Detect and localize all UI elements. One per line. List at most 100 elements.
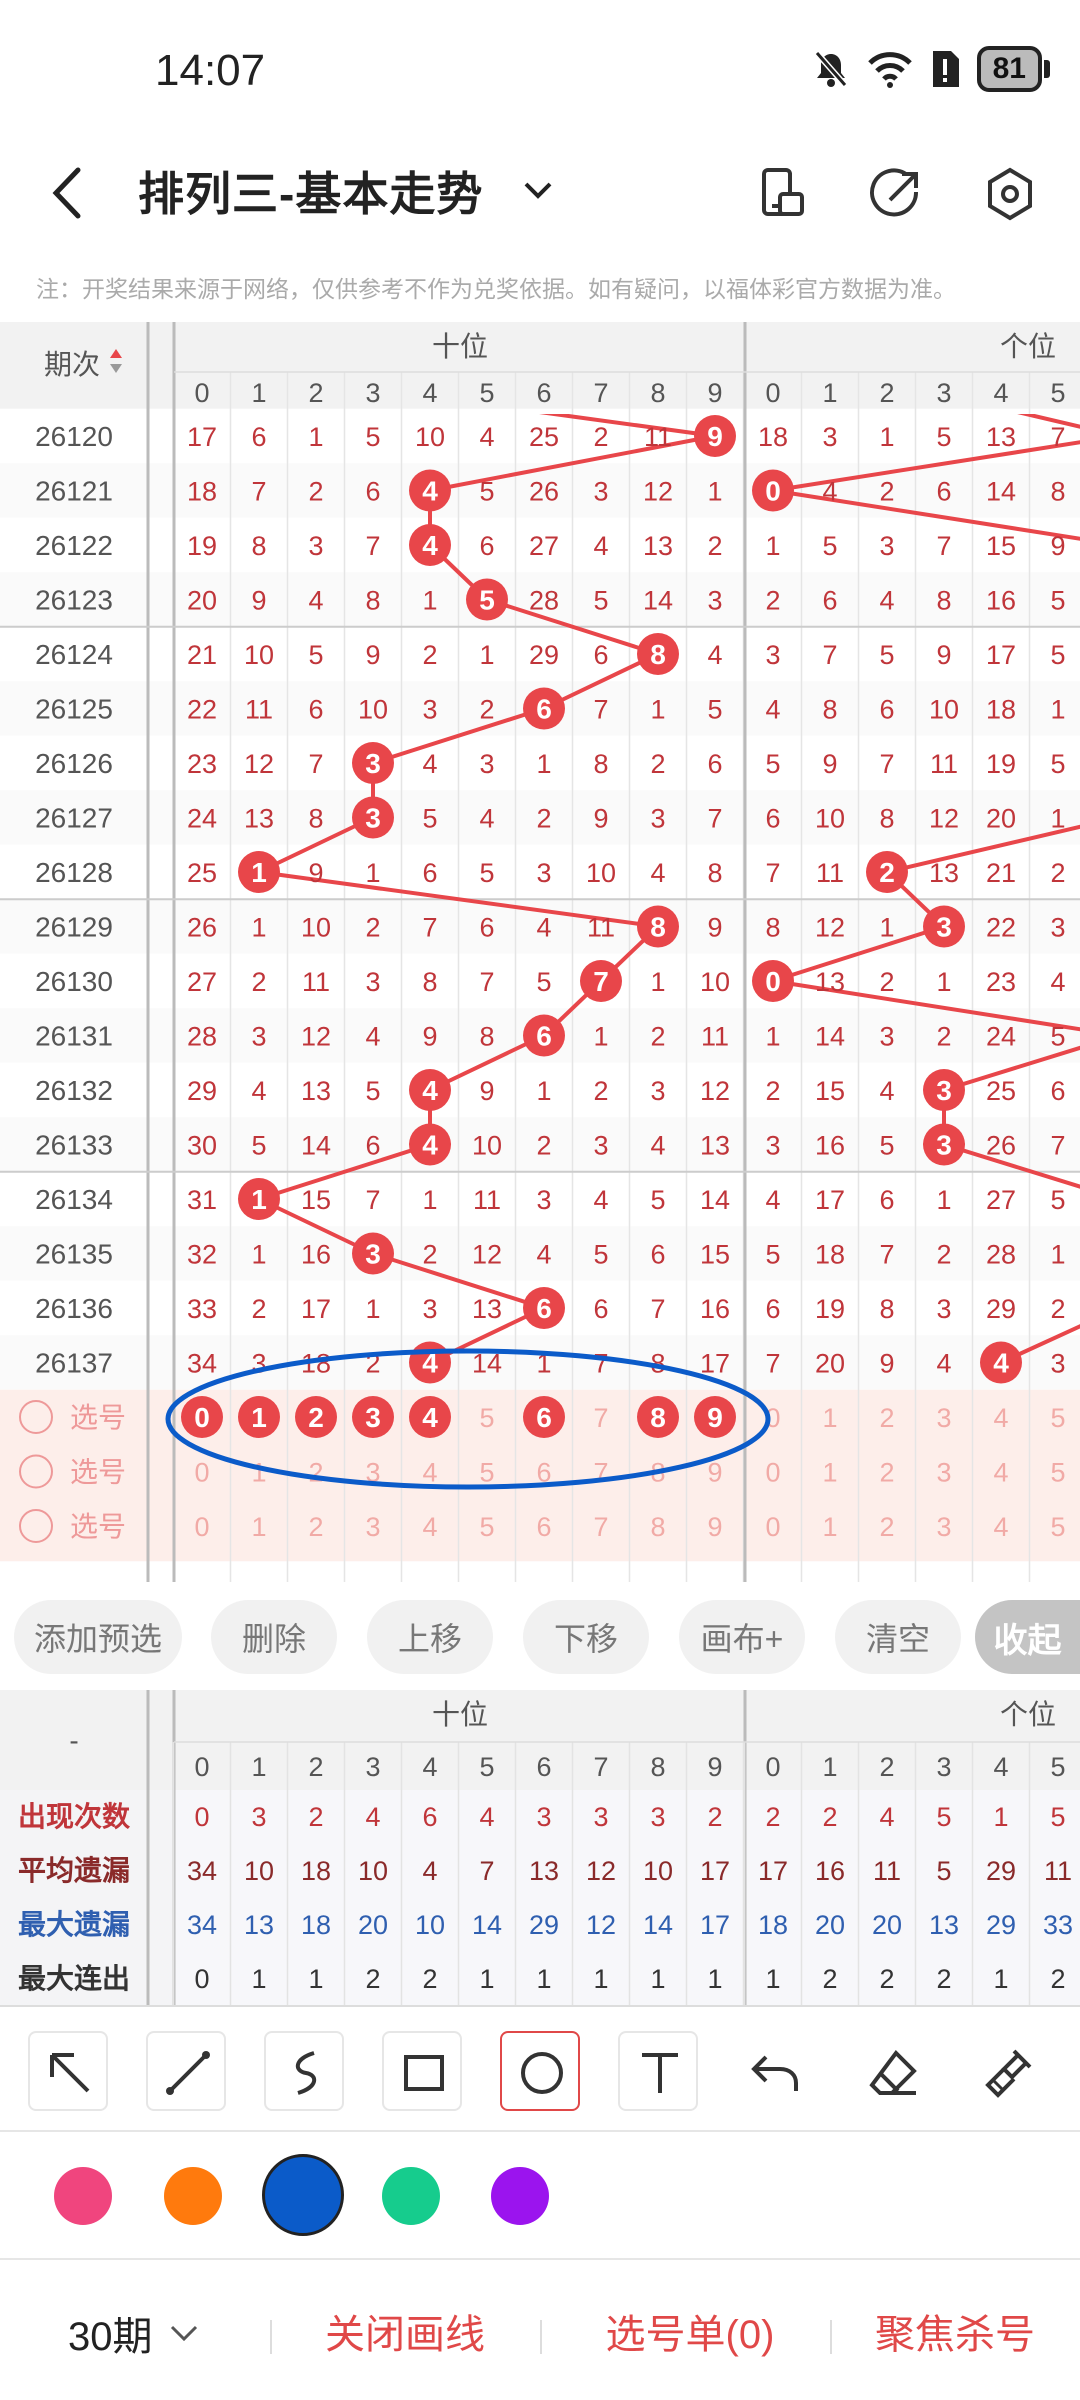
share-icon[interactable]	[866, 160, 926, 230]
canvas-plus-button[interactable]: 画布+	[679, 1600, 805, 1674]
cell-value: 5	[479, 858, 494, 888]
pick-list-button[interactable]: 选号单(0)	[570, 2302, 810, 2360]
add-preselect-button[interactable]: 添加预选	[14, 1600, 182, 1674]
pick-digit[interactable]: 3	[365, 1402, 381, 1433]
pick-row-label[interactable]: 选号	[70, 1457, 126, 1488]
move-down-button[interactable]: 下移	[523, 1600, 649, 1674]
orange-swatch[interactable]	[164, 2167, 222, 2225]
pick-digit[interactable]: 1	[251, 1458, 266, 1488]
settings-hexagon-icon[interactable]	[980, 160, 1040, 230]
pick-digit[interactable]: 2	[308, 1458, 323, 1488]
back-arrow-icon[interactable]	[40, 158, 100, 228]
pick-digit[interactable]: 4	[993, 1512, 1008, 1542]
pick-digit[interactable]: 0	[194, 1458, 209, 1488]
pick-digit[interactable]: 1	[822, 1458, 837, 1488]
pick-digit[interactable]: 4	[422, 1512, 437, 1542]
pick-digit[interactable]: 8	[650, 1402, 666, 1433]
collapse-button[interactable]: 收起	[975, 1600, 1080, 1674]
pick-digit[interactable]: 5	[479, 1403, 494, 1433]
pick-digit[interactable]: 2	[879, 1458, 894, 1488]
pick-digit[interactable]: 8	[650, 1512, 665, 1542]
pick-digit[interactable]: 7	[593, 1512, 608, 1542]
stats-value: 20	[358, 1910, 388, 1940]
pick-digit[interactable]: 5	[1050, 1403, 1065, 1433]
pick-digit[interactable]: 1	[251, 1402, 267, 1433]
eraser-icon[interactable]	[866, 2047, 922, 2099]
pick-digit[interactable]: 2	[308, 1402, 324, 1433]
pick-digit[interactable]: 1	[251, 1512, 266, 1542]
pick-digit[interactable]: 2	[879, 1512, 894, 1542]
pick-digit[interactable]: 6	[536, 1402, 552, 1433]
blue-swatch-selected[interactable]	[262, 2154, 344, 2236]
pick-digit[interactable]: 2	[308, 1512, 323, 1542]
undo-icon[interactable]	[748, 2047, 804, 2099]
pick-digit[interactable]: 1	[822, 1512, 837, 1542]
cell-value: 17	[187, 422, 217, 452]
cell-value: 7	[707, 804, 722, 834]
pick-digit[interactable]: 5	[1050, 1458, 1065, 1488]
cell-value: 7	[251, 477, 266, 507]
pick-digit[interactable]: 0	[194, 1512, 209, 1542]
pick-digit[interactable]: 2	[879, 1403, 894, 1433]
curve-tool-button[interactable]	[264, 2031, 344, 2111]
pick-digit[interactable]: 0	[765, 1512, 780, 1542]
rectangle-tool-button[interactable]	[382, 2031, 462, 2111]
pick-digit[interactable]: 5	[1050, 1512, 1065, 1542]
delete-button[interactable]: 删除	[211, 1600, 337, 1674]
cell-value: 10	[244, 640, 274, 670]
circle-tool-button[interactable]	[500, 2031, 580, 2111]
pick-digit[interactable]: 3	[936, 1403, 951, 1433]
arrow-tool-button[interactable]	[28, 2031, 108, 2111]
cell-value: 1	[536, 749, 551, 779]
pick-digit[interactable]: 9	[707, 1458, 722, 1488]
pick-digit[interactable]: 4	[422, 1402, 438, 1433]
pick-digit[interactable]: 7	[593, 1403, 608, 1433]
line-tool-button[interactable]	[146, 2031, 226, 2111]
close-lines-button[interactable]: 关闭画线	[300, 2302, 510, 2360]
pick-digit[interactable]: 9	[707, 1402, 723, 1433]
hit-digit: 8	[650, 912, 666, 943]
pick-digit[interactable]: 4	[422, 1458, 437, 1488]
hit-digit: 3	[936, 1075, 952, 1106]
cell-value: 6	[479, 913, 494, 943]
pick-digit[interactable]: 5	[479, 1458, 494, 1488]
cell-value: 3	[593, 477, 608, 507]
cell-value: 1	[1050, 1240, 1065, 1270]
pick-digit[interactable]: 0	[194, 1402, 210, 1433]
clear-button[interactable]: 清空	[835, 1600, 961, 1674]
cell-value: 2	[879, 477, 894, 507]
stats-value: 3	[536, 1802, 551, 1832]
green-swatch[interactable]	[382, 2167, 440, 2225]
period-selector[interactable]: 30期	[68, 2304, 201, 2362]
pick-digit[interactable]: 3	[936, 1512, 951, 1542]
digit-header: 8	[650, 378, 665, 408]
chevron-down-icon[interactable]	[518, 170, 558, 210]
pick-digit[interactable]: 5	[479, 1512, 494, 1542]
text-tool-button[interactable]	[618, 2031, 698, 2111]
stats-value: 20	[872, 1910, 902, 1940]
digit-header: 1	[822, 1752, 837, 1782]
screen-rotate-icon[interactable]	[752, 160, 812, 230]
pick-digit[interactable]: 3	[936, 1458, 951, 1488]
focus-kill-button[interactable]: 聚焦杀号	[850, 2302, 1060, 2360]
clear-brush-icon[interactable]	[982, 2047, 1038, 2099]
ones-group-header: 个位	[1000, 331, 1056, 362]
period-column-header[interactable]: 期次	[44, 349, 100, 380]
pick-row-label[interactable]: 选号	[70, 1402, 126, 1433]
trend-chart: 期次十位个位0123456789012345261191652593241102…	[0, 322, 1080, 1582]
pick-digit[interactable]: 4	[993, 1458, 1008, 1488]
pink-swatch[interactable]	[54, 2167, 112, 2225]
cell-value: 10	[815, 804, 845, 834]
pick-digit[interactable]: 9	[707, 1512, 722, 1542]
pick-digit[interactable]: 1	[822, 1403, 837, 1433]
pick-row-label[interactable]: 选号	[70, 1511, 126, 1542]
pick-digit[interactable]: 6	[536, 1512, 551, 1542]
purple-swatch[interactable]	[491, 2167, 549, 2225]
cell-value: 2	[765, 586, 780, 616]
move-up-button[interactable]: 上移	[367, 1600, 493, 1674]
page-title[interactable]: 排列三-基本走势	[138, 158, 483, 224]
pick-digit[interactable]: 0	[765, 1458, 780, 1488]
cell-value: 13	[301, 1076, 331, 1106]
pick-digit[interactable]: 3	[365, 1512, 380, 1542]
pick-digit[interactable]: 4	[993, 1403, 1008, 1433]
